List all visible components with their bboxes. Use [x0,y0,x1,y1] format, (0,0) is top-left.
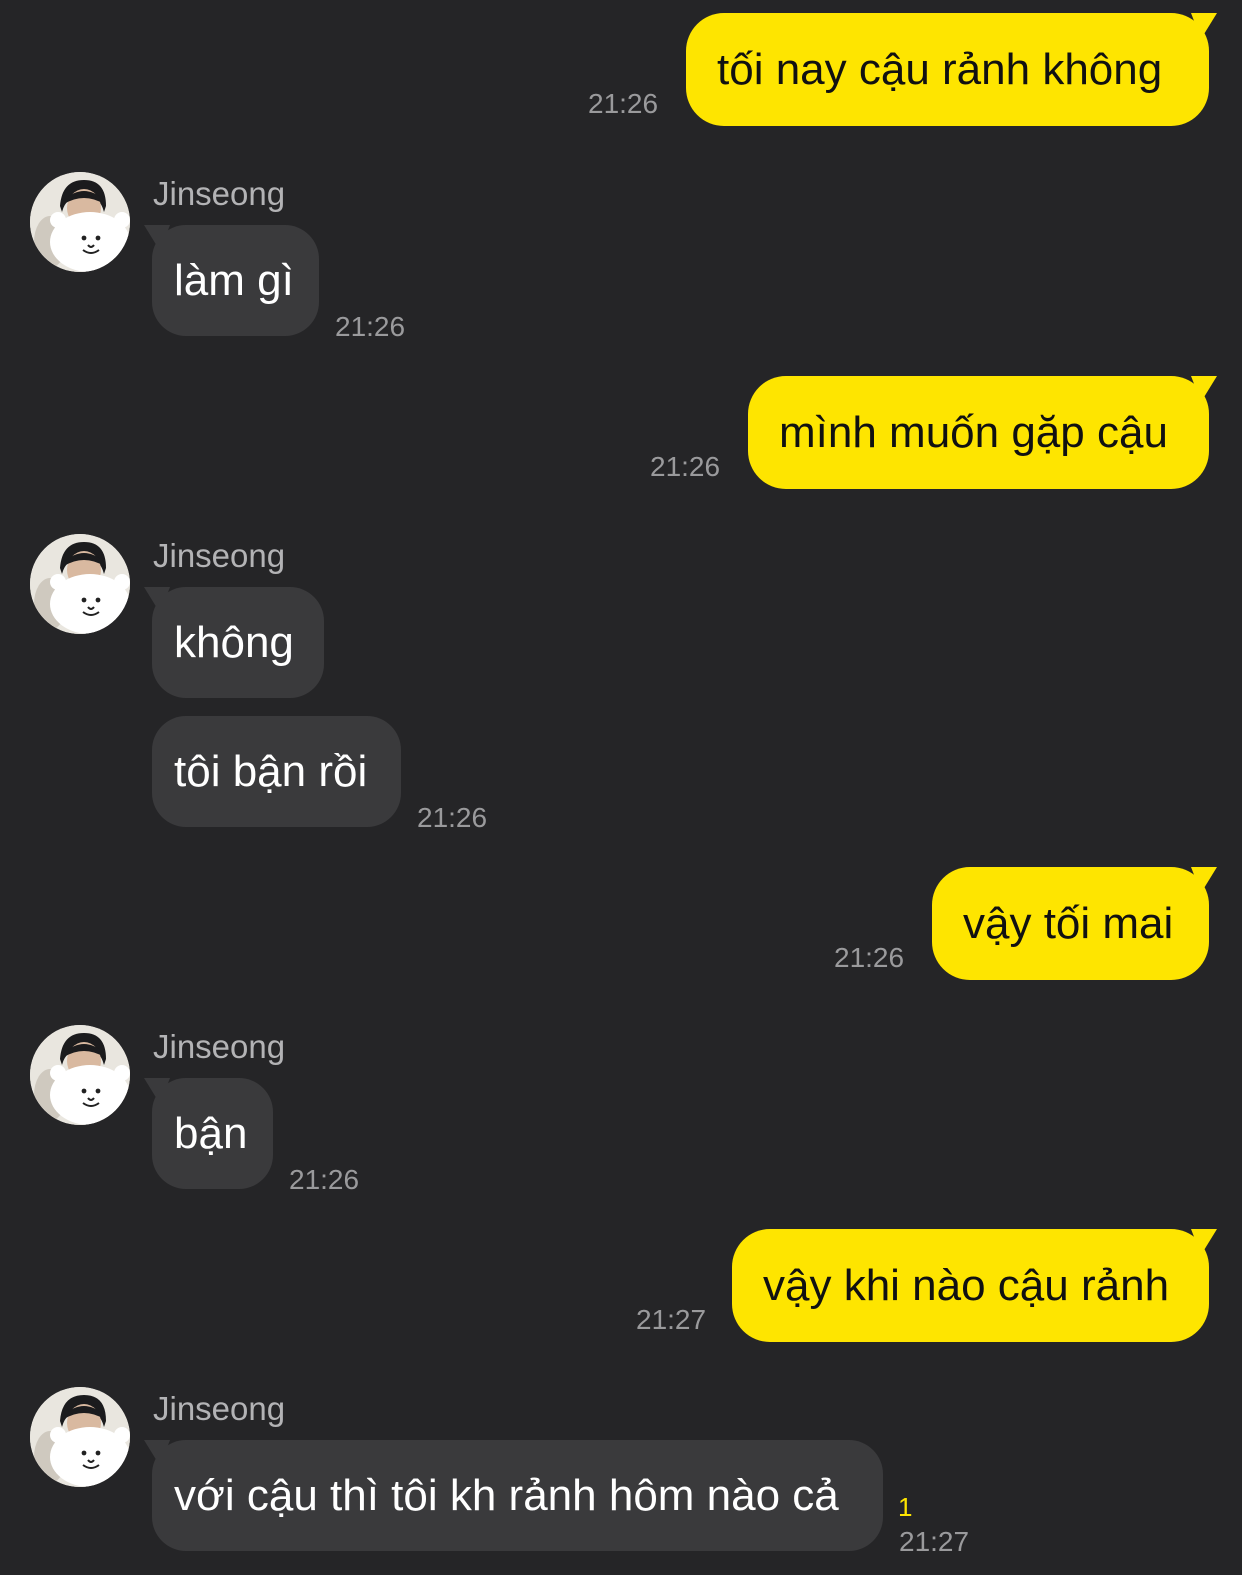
message-time: 21:27 [636,1304,707,1335]
message-text: vậy tối mai [963,898,1174,948]
message-text: tôi bận rồi [174,746,368,796]
message-time: 21:26 [335,311,406,342]
message-time: 21:26 [834,942,905,973]
message-text: tối nay cậu rảnh không [717,44,1163,94]
bubble-tail-icon [1191,13,1217,39]
message-text: với cậu thì tôi kh rảnh hôm nào cả [174,1470,839,1520]
outgoing-message-bubble[interactable]: mình muốn gặp cậu [748,376,1217,489]
sender-name: Jinseong [153,1028,286,1065]
avatar-icon[interactable] [30,1387,130,1487]
avatar-icon[interactable] [30,172,130,272]
incoming-message-bubble[interactable]: bận [144,1078,273,1189]
message-text: không [174,617,294,667]
outgoing-message-bubble[interactable]: vậy khi nào cậu rảnh [732,1229,1217,1342]
bubble-tail-icon [144,1078,170,1104]
unread-count-badge: 1 [898,1492,913,1522]
message-text: mình muốn gặp cậu [779,407,1168,457]
message-time: 21:26 [289,1164,360,1195]
sender-name: Jinseong [153,537,286,574]
incoming-message-bubble[interactable]: không [144,587,324,698]
outgoing-message-bubble[interactable]: tối nay cậu rảnh không [686,13,1217,126]
avatar-icon[interactable] [30,534,130,634]
message-text: bận [174,1108,248,1158]
sender-name: Jinseong [153,1390,286,1427]
message-time: 21:27 [899,1526,970,1557]
bubble-tail-icon [144,587,170,613]
message-time: 21:26 [588,88,659,119]
avatar-icon[interactable] [30,1025,130,1125]
message-time: 21:26 [650,451,721,482]
message-time: 21:26 [417,802,488,833]
sender-name: Jinseong [153,175,286,212]
message-text: làm gì [174,255,294,305]
incoming-message-bubble[interactable]: tôi bận rồi [152,716,401,827]
incoming-message-bubble[interactable]: với cậu thì tôi kh rảnh hôm nào cả [144,1440,883,1551]
message-text: vậy khi nào cậu rảnh [763,1260,1170,1310]
bubble-tail-icon [1191,867,1217,893]
bubble-tail-icon [1191,1229,1217,1255]
bubble-tail-icon [144,225,170,251]
bubble-tail-icon [1191,376,1217,402]
incoming-message-bubble[interactable]: làm gì [144,225,319,336]
outgoing-message-bubble[interactable]: vậy tối mai [932,867,1217,980]
bubble-tail-icon [144,1440,170,1466]
